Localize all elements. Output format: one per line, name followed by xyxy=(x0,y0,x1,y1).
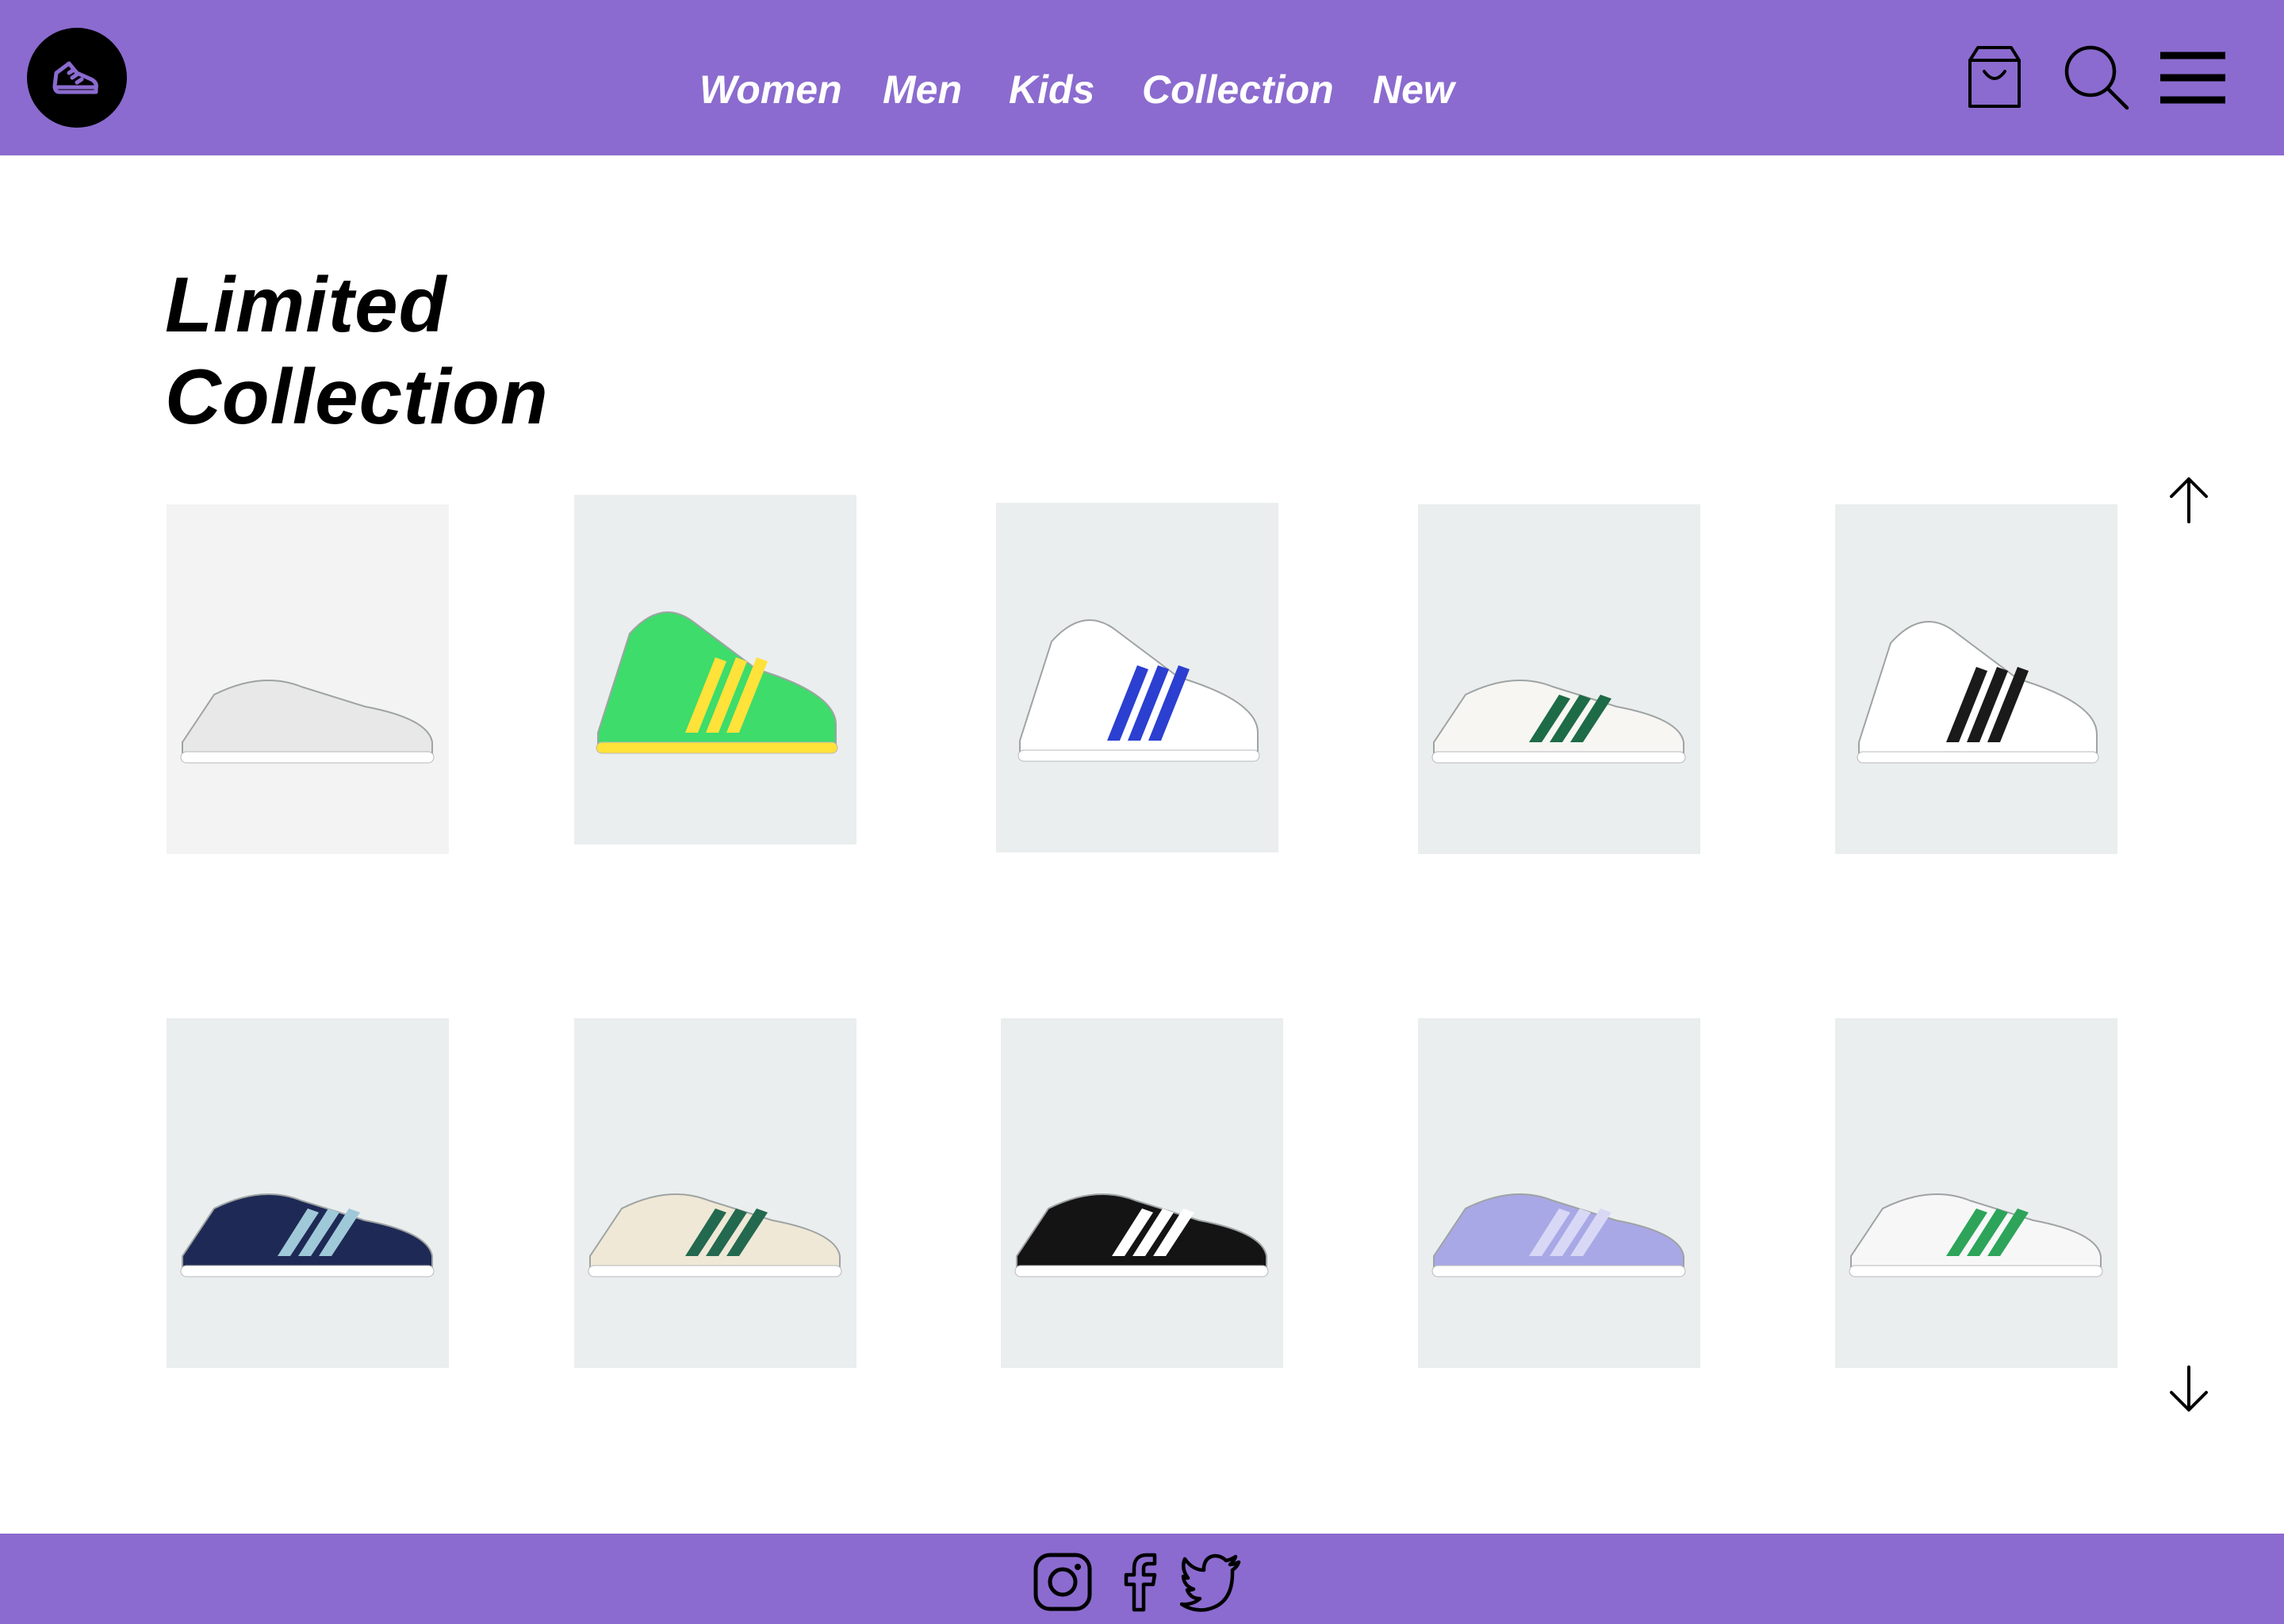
lavender-platform-sneaker-body xyxy=(1433,1193,1684,1271)
white-slide-sandal-image xyxy=(180,680,435,764)
lavender-platform-sneaker-image xyxy=(1431,1193,1686,1277)
twitter-icon[interactable] xyxy=(1180,1551,1242,1613)
product-card[interactable] xyxy=(574,1018,856,1368)
white-green-stripe-sneaker-body xyxy=(1850,1193,2102,1271)
footer xyxy=(0,1534,2284,1624)
nav-women[interactable]: Women xyxy=(699,62,842,117)
page-title-line-2: Collection xyxy=(165,353,549,440)
hamburger-menu-icon[interactable] xyxy=(2157,41,2228,113)
nav-collection[interactable]: Collection xyxy=(1142,62,1334,117)
black-shell-toe-sneaker-body xyxy=(1016,1193,1267,1271)
navy-running-shoe-sole xyxy=(180,1265,435,1277)
arrow-up-icon[interactable] xyxy=(2165,474,2213,525)
white-green-retro-sneaker-sole xyxy=(1431,751,1686,764)
nav-new[interactable]: New xyxy=(1373,62,1454,117)
nav-men[interactable]: Men xyxy=(883,62,962,117)
page-title: Limited Collection xyxy=(165,259,549,442)
navy-running-shoe-image xyxy=(180,1193,435,1277)
product-card[interactable] xyxy=(574,495,856,845)
white-blue-high-top-image xyxy=(1017,619,1260,762)
nav-kids[interactable]: Kids xyxy=(1009,62,1094,117)
arrow-down-icon[interactable] xyxy=(2165,1364,2213,1415)
product-card[interactable] xyxy=(1418,504,1700,854)
white-blue-high-top-sole xyxy=(1017,749,1260,762)
white-black-high-top-sole xyxy=(1857,751,2099,764)
black-shell-toe-sneaker-image xyxy=(1014,1193,1269,1277)
white-slide-sandal-sole xyxy=(180,751,435,764)
product-card[interactable] xyxy=(1835,1018,2117,1368)
white-black-high-top-image xyxy=(1857,621,2099,764)
white-green-stripe-sneaker-sole xyxy=(1849,1265,2103,1277)
instagram-icon[interactable] xyxy=(1032,1551,1094,1613)
white-green-retro-sneaker-image xyxy=(1431,680,1686,764)
white-slide-sandal-body xyxy=(182,680,433,757)
green-hiking-boot-sole xyxy=(596,741,838,754)
navy-running-shoe-body xyxy=(182,1193,433,1271)
product-card[interactable] xyxy=(1001,1018,1283,1368)
product-card[interactable] xyxy=(996,503,1278,852)
product-card[interactable] xyxy=(1835,504,2117,854)
cream-green-platform-sneaker-sole xyxy=(588,1265,842,1277)
search-icon[interactable] xyxy=(2060,41,2132,113)
product-card[interactable] xyxy=(167,504,449,854)
sneaker-logo-icon[interactable] xyxy=(27,28,127,128)
white-green-retro-sneaker-body xyxy=(1433,680,1684,757)
top-navbar: Women Men Kids Collection New xyxy=(0,0,2284,155)
product-card[interactable] xyxy=(167,1018,449,1368)
page-title-line-1: Limited xyxy=(165,261,447,348)
white-green-stripe-sneaker-image xyxy=(1849,1193,2103,1277)
black-shell-toe-sneaker-sole xyxy=(1014,1265,1269,1277)
green-hiking-boot-image xyxy=(596,611,838,754)
cream-green-platform-sneaker-body xyxy=(589,1193,841,1271)
shopping-bag-icon[interactable] xyxy=(1959,41,2030,113)
facebook-icon[interactable] xyxy=(1109,1551,1171,1613)
lavender-platform-sneaker-sole xyxy=(1431,1265,1686,1277)
product-card[interactable] xyxy=(1418,1018,1700,1368)
cream-green-platform-sneaker-image xyxy=(588,1193,842,1277)
